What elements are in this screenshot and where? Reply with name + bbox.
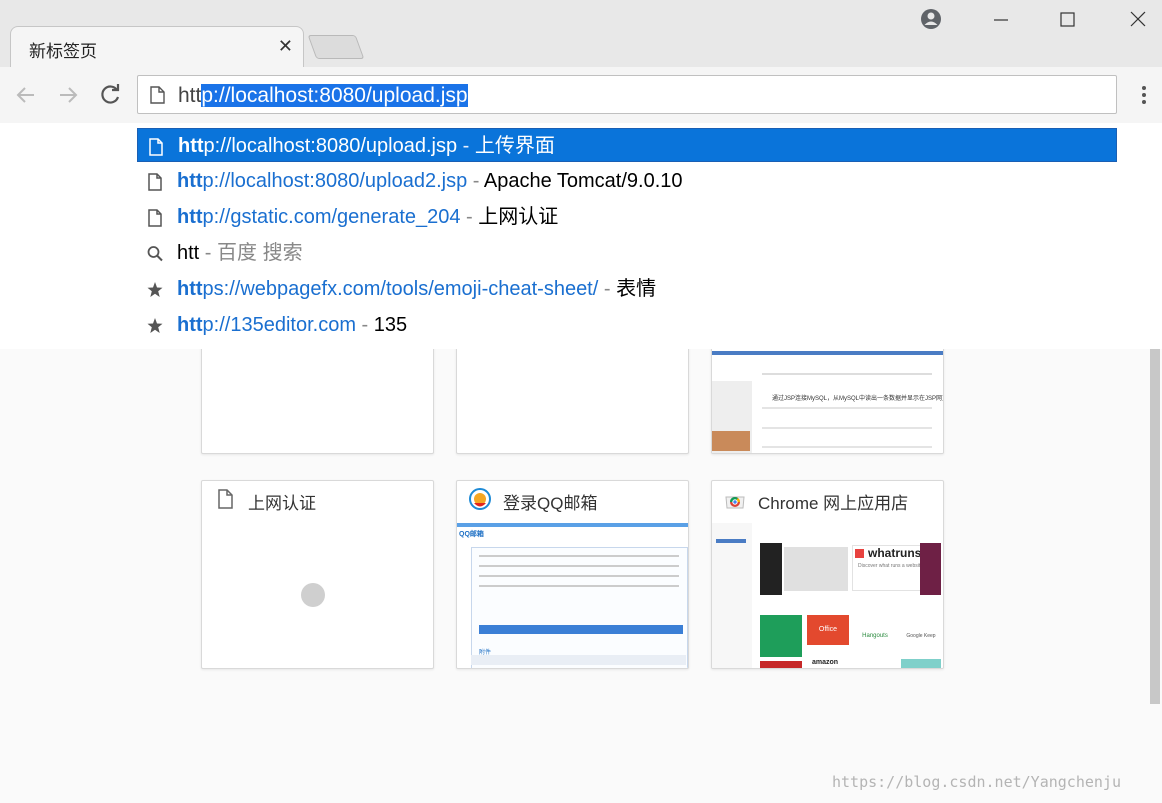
new-tab-button[interactable] xyxy=(307,35,365,59)
loading-indicator xyxy=(301,583,325,607)
suggestion-title: 表情 xyxy=(616,278,657,300)
suggestion-url: p://gstatic.com/generate_204 xyxy=(202,206,461,228)
page-icon xyxy=(150,86,165,104)
profile-icon[interactable] xyxy=(920,8,942,30)
suggestion-url: ps://webpagefx.com/tools/emoji-cheat-she… xyxy=(202,278,599,300)
toolbar: http://localhost:8080/upload.jsp xyxy=(0,67,1162,124)
tile-title: 上网认证 xyxy=(248,494,316,513)
suggestion-separator: - xyxy=(355,314,374,336)
reload-icon[interactable] xyxy=(96,81,124,109)
watermark: https://blog.csdn.net/Yangchenju xyxy=(832,773,1121,791)
close-window-icon[interactable] xyxy=(1118,6,1158,34)
suggestion-item[interactable]: http://localhost:8080/upload.jsp - 上传界面 xyxy=(137,128,1117,162)
suggestion-url: p://localhost:8080/upload2.jsp xyxy=(202,170,468,192)
suggestion-separator: - xyxy=(460,206,479,228)
tile-thumbnail: 通过JSP连接MySQL，从MySQL中读出一条数据并显示在JSP网页中 xyxy=(712,351,943,453)
suggestion-match: htt xyxy=(177,206,203,228)
qq-mail-icon xyxy=(469,488,491,510)
suggestion-separator: - xyxy=(598,278,617,300)
office-tile: Office xyxy=(807,615,849,645)
star-icon xyxy=(147,318,163,333)
close-tab-icon[interactable]: ✕ xyxy=(278,36,293,57)
tile-thumbnail: whatruns Discover what runs a website Of… xyxy=(712,523,943,668)
autocomplete-selection: p://localhost:8080/upload.jsp xyxy=(201,84,468,107)
amazon-tile: amazon xyxy=(812,659,839,666)
page-icon xyxy=(218,489,233,509)
most-visited-tile[interactable]: 上网认证 xyxy=(201,480,434,669)
search-icon xyxy=(147,246,163,262)
suggestion-match: htt xyxy=(177,242,200,264)
suggestion-match: htt xyxy=(178,135,204,157)
suggestion-match: htt xyxy=(177,170,203,192)
most-visited-tile[interactable]: 登录QQ邮箱 QQ邮箱 附件 xyxy=(456,480,689,669)
chrome-web-store-icon xyxy=(725,496,745,509)
back-icon[interactable] xyxy=(12,81,40,109)
suggestion-title: 135 xyxy=(373,314,408,336)
whatruns-sub: Discover what runs a website xyxy=(858,563,924,569)
typed-text: htt xyxy=(178,84,202,107)
qq-thumb-logo: QQ邮箱 xyxy=(459,531,484,538)
maximize-icon[interactable] xyxy=(1048,6,1088,34)
menu-icon[interactable] xyxy=(1136,83,1152,107)
suggestion-url: p://localhost:8080/upload.jsp xyxy=(203,135,458,157)
title-bar: 新标签页 ✕ xyxy=(0,0,1162,68)
star-icon xyxy=(147,282,163,297)
suggestion-separator: - xyxy=(199,242,218,264)
suggestion-item[interactable]: https://webpagefx.com/tools/emoji-cheat-… xyxy=(137,272,1117,306)
tab-title: 新标签页 xyxy=(29,42,97,61)
suggestion-match: htt xyxy=(177,314,203,336)
minimize-icon[interactable] xyxy=(980,6,1020,34)
whatruns-text: whatruns xyxy=(868,546,922,560)
suggestion-item[interactable]: http://localhost:8080/upload2.jsp - Apac… xyxy=(137,164,1117,198)
thumb-text: 通过JSP连接MySQL，从MySQL中读出一条数据并显示在JSP网页中 xyxy=(772,396,943,402)
page-icon xyxy=(148,173,162,191)
suggestion-title: 百度 搜索 xyxy=(217,242,303,264)
forward-icon[interactable] xyxy=(54,81,82,109)
address-bar[interactable]: http://localhost:8080/upload.jsp xyxy=(137,75,1117,114)
suggestion-title: 上传界面 xyxy=(474,135,555,157)
suggestion-separator: - xyxy=(457,135,475,157)
keep-tile: Google Keep xyxy=(906,633,936,639)
tile-title: Chrome 网上应用店 xyxy=(758,494,909,513)
autocomplete-dropdown: http://localhost:8080/upload.jsp - 上传界面 … xyxy=(0,123,1162,349)
most-visited-tile[interactable]: Chrome 网上应用店 whatruns Discover what runs… xyxy=(711,480,944,669)
suggestion-separator: - xyxy=(467,170,484,192)
suggestion-url: p://135editor.com xyxy=(202,314,356,336)
suggestion-item[interactable]: http://135editor.com - 135 xyxy=(137,308,1117,342)
tile-thumbnail: QQ邮箱 附件 xyxy=(457,523,688,668)
suggestion-item[interactable]: http://gstatic.com/generate_204 - 上网认证 xyxy=(137,200,1117,234)
scrollbar[interactable] xyxy=(1150,349,1160,704)
hangouts-tile: Hangouts xyxy=(862,633,888,639)
tab-new-tab[interactable]: 新标签页 ✕ xyxy=(10,26,304,68)
suggestion-title: 上网认证 xyxy=(478,206,559,228)
tile-title: 登录QQ邮箱 xyxy=(503,494,598,513)
page-icon xyxy=(149,138,163,156)
page-icon xyxy=(148,209,162,227)
suggestion-item[interactable]: htt - 百度 搜索 xyxy=(137,236,1117,270)
suggestion-match: htt xyxy=(177,278,203,300)
suggestion-title: Apache Tomcat/9.0.10 xyxy=(483,170,683,192)
address-text: http://localhost:8080/upload.jsp xyxy=(178,84,468,108)
